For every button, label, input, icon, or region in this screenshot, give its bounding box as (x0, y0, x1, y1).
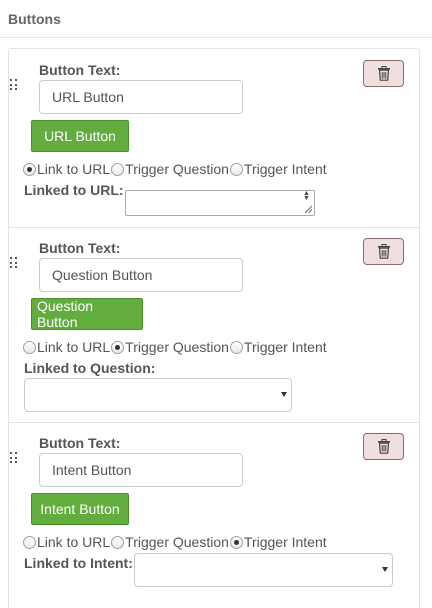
linked-question-select[interactable] (24, 378, 292, 412)
radio-option-trigger-intent[interactable]: Trigger Intent (229, 161, 327, 177)
linked-to-intent-label: Linked to Intent: (24, 555, 133, 571)
button-item: Button Text: Question Button Link to URL… (9, 228, 419, 422)
button-preview[interactable]: Intent Button (31, 493, 129, 525)
radio-option-link-url[interactable]: Link to URL (23, 161, 110, 177)
linked-intent-select[interactable] (134, 553, 393, 587)
dropdown-caret-icon (382, 567, 388, 572)
delete-button[interactable] (363, 238, 404, 265)
button-text-label: Button Text: (39, 435, 121, 451)
radio-button[interactable] (111, 340, 125, 354)
radio-button[interactable] (229, 340, 243, 354)
radio-option-trigger-question[interactable]: Trigger Question (111, 339, 229, 355)
radio-button[interactable] (229, 162, 243, 176)
trash-icon (377, 244, 390, 259)
button-item: Button Text: Intent Button Link to URL T… (9, 423, 419, 608)
linked-to-question-label: Linked to Question: (24, 360, 156, 376)
radio-button[interactable] (23, 340, 36, 354)
button-text-input[interactable] (39, 80, 243, 114)
button-preview[interactable]: URL Button (31, 120, 129, 152)
button-text-input[interactable] (39, 453, 243, 487)
dropdown-caret-icon (281, 392, 287, 397)
radio-button[interactable] (23, 162, 36, 176)
button-action-radio-group: Link to URL Trigger Question Trigger Int… (23, 533, 327, 551)
radio-button[interactable] (111, 162, 125, 176)
delete-button[interactable] (363, 60, 404, 87)
radio-option-trigger-intent[interactable]: Trigger Intent (229, 534, 327, 550)
radio-option-trigger-intent[interactable]: Trigger Intent (229, 339, 327, 355)
linked-to-url-label: Linked to URL: (24, 182, 124, 198)
button-text-label: Button Text: (39, 62, 121, 78)
radio-button[interactable] (23, 535, 36, 549)
spinner-arrows-icon: ▲ ▼ (303, 190, 310, 202)
button-text-label: Button Text: (39, 240, 121, 256)
button-action-radio-group: Link to URL Trigger Question Trigger Int… (23, 160, 327, 178)
radio-option-link-url[interactable]: Link to URL (23, 339, 110, 355)
button-text-input[interactable] (39, 258, 243, 292)
drag-handle-icon[interactable] (10, 257, 20, 269)
section-title: Buttons (8, 11, 61, 27)
delete-button[interactable] (363, 433, 404, 460)
linked-url-textarea[interactable]: ▲ ▼ (125, 190, 315, 216)
button-action-radio-group: Link to URL Trigger Question Trigger Int… (23, 338, 327, 356)
radio-button[interactable] (229, 535, 243, 549)
button-preview[interactable]: Question Button (31, 298, 143, 330)
radio-button[interactable] (111, 535, 125, 549)
trash-icon (377, 439, 390, 454)
resize-grip-icon[interactable] (302, 203, 313, 214)
radio-option-trigger-question[interactable]: Trigger Question (111, 534, 229, 550)
radio-option-trigger-question[interactable]: Trigger Question (111, 161, 229, 177)
trash-icon (377, 66, 390, 81)
drag-handle-icon[interactable] (10, 452, 20, 464)
drag-handle-icon[interactable] (10, 79, 20, 91)
buttons-list-panel: Button Text: URL Button Link to URL Trig… (8, 48, 420, 608)
radio-option-link-url[interactable]: Link to URL (23, 534, 110, 550)
buttons-section-header: Buttons (0, 0, 432, 38)
button-item: Button Text: URL Button Link to URL Trig… (9, 49, 419, 227)
